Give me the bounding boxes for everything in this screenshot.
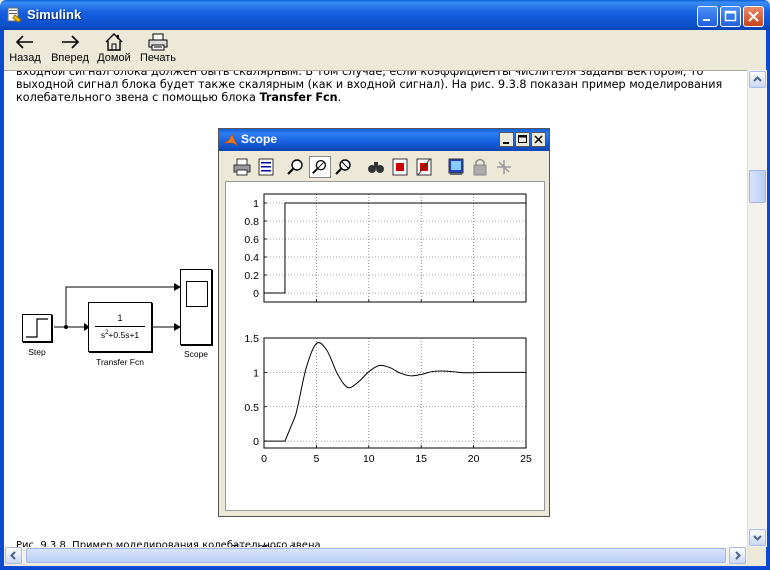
scroll-left-button[interactable] — [5, 547, 22, 564]
close-button[interactable] — [743, 6, 764, 27]
tf-fraction-bar — [95, 326, 145, 327]
forward-arrow-icon — [62, 35, 80, 49]
window-title: Simulink — [27, 7, 82, 22]
maximize-button[interactable] — [720, 6, 741, 27]
forward-button-label: Вперед — [51, 52, 89, 64]
help-toolbar: Назад Вперед Домой Печать — [4, 30, 766, 68]
transfer-fcn-block[interactable]: 1 s2+0.5s+1 — [88, 302, 152, 352]
y-tick-label: 0.6 — [244, 234, 259, 246]
tf-denominator: s2+0.5s+1 — [89, 330, 151, 340]
scope-parameters-button[interactable] — [255, 156, 277, 178]
tf-numerator: 1 — [117, 313, 123, 323]
print-button[interactable]: Печать — [138, 30, 178, 68]
scope-save-axes-button[interactable] — [389, 156, 411, 178]
tf-den-rest: +0.5s+1 — [108, 330, 140, 340]
y-tick-label: 1.5 — [244, 333, 259, 345]
zoom-x-icon — [312, 160, 327, 175]
home-button[interactable]: Домой — [96, 30, 132, 68]
scope-close-button[interactable] — [531, 132, 546, 147]
x-tick-label: 10 — [363, 453, 375, 465]
x-tick-label: 20 — [468, 453, 480, 465]
window-frame-bottom — [0, 566, 770, 570]
scope-lock-axes-button[interactable] — [469, 156, 491, 178]
scope-minimize-button[interactable] — [499, 132, 514, 147]
horizontal-scrollbar[interactable] — [4, 547, 747, 564]
back-button[interactable]: Назад — [8, 30, 42, 68]
vertical-scroll-thumb[interactable] — [749, 170, 766, 203]
scrollbar-corner — [747, 547, 766, 564]
transfer-fcn-label: Transfer Fcn — [96, 357, 144, 367]
home-button-label: Домой — [97, 52, 131, 64]
scroll-down-button[interactable] — [749, 529, 766, 546]
y-tick-label: 0.4 — [244, 252, 259, 264]
y-tick-label: 0 — [253, 436, 259, 448]
home-icon — [105, 33, 123, 51]
vertical-scrollbar[interactable] — [747, 70, 767, 547]
back-button-label: Назад — [9, 52, 41, 64]
chevron-right-icon — [735, 551, 741, 560]
zoom-icon — [287, 159, 303, 175]
signal-selector-icon — [497, 160, 511, 174]
print-icon — [233, 158, 251, 176]
chevron-up-icon — [753, 76, 762, 82]
forward-button[interactable]: Вперед — [50, 30, 90, 68]
parameters-icon — [258, 158, 274, 176]
autoscale-icon — [368, 162, 384, 173]
scope-zoom-button[interactable] — [285, 156, 307, 178]
chevron-left-icon — [10, 551, 16, 560]
save-axes-icon — [392, 158, 408, 176]
scope-print-button[interactable] — [231, 156, 253, 178]
restore-axes-icon — [416, 158, 432, 176]
title-bar[interactable]: Simulink — [0, 0, 770, 30]
back-arrow-icon — [15, 35, 33, 49]
scope-block[interactable] — [180, 269, 212, 345]
y-tick-label: 0 — [253, 288, 259, 300]
scroll-up-button[interactable] — [749, 71, 766, 88]
scope-autoscale-button[interactable] — [365, 156, 387, 178]
step-label: Step — [28, 347, 46, 357]
scope-window[interactable]: Scope 0 0.2 0.4 0.6 0.8 1 0 0.5 1 1.5 0 … — [218, 128, 550, 555]
simulink-app-icon — [6, 7, 22, 23]
scope-plots: 00.20.40.60.8100.511.50 5 10 15 20 25 — [244, 193, 532, 465]
x-tick-label: 15 — [415, 453, 427, 465]
y-tick-label: 0.5 — [244, 402, 259, 414]
matlab-icon — [223, 133, 239, 147]
zoom-y-icon — [335, 159, 351, 175]
scroll-right-button[interactable] — [729, 547, 746, 564]
y-tick-label: 1 — [253, 198, 259, 210]
axes-frame — [263, 193, 527, 303]
chevron-down-icon — [753, 535, 762, 541]
step-block[interactable] — [22, 314, 52, 342]
scope-window-title: Scope — [241, 132, 278, 146]
y-tick-label: 1 — [253, 367, 259, 379]
response-series-line — [264, 342, 526, 442]
scope-zoom-y-button[interactable] — [333, 156, 355, 178]
step-series-line — [264, 202, 526, 294]
x-tick-label: 25 — [520, 453, 532, 465]
scope-float-button[interactable] — [445, 156, 467, 178]
horizontal-scroll-thumb[interactable] — [26, 548, 726, 563]
scope-toolbar — [223, 153, 545, 183]
scope-maximize-button[interactable] — [515, 132, 530, 147]
print-button-label: Печать — [139, 52, 177, 64]
printer-icon — [148, 33, 168, 51]
step-icon — [26, 318, 48, 338]
scope-plot-area: 00.20.40.60.8100.511.50510152025 Time of… — [225, 181, 545, 555]
lock-axes-icon — [473, 158, 487, 176]
scope-label: Scope — [183, 349, 209, 359]
scope-block-screen-icon — [186, 281, 208, 307]
scope-zoom-x-button[interactable] — [309, 156, 331, 178]
float-scope-icon — [448, 158, 464, 175]
scope-title-bar[interactable]: Scope — [219, 129, 549, 151]
x-tick-label: 5 — [313, 453, 319, 465]
scope-restore-axes-button[interactable] — [413, 156, 435, 178]
x-tick-label: 0 — [261, 453, 267, 465]
y-tick-label: 0.8 — [244, 216, 259, 228]
minimize-button[interactable] — [697, 6, 718, 27]
axes-frame — [263, 337, 527, 449]
y-tick-label: 0.2 — [244, 270, 259, 282]
scope-signal-selector-button[interactable] — [493, 156, 515, 178]
